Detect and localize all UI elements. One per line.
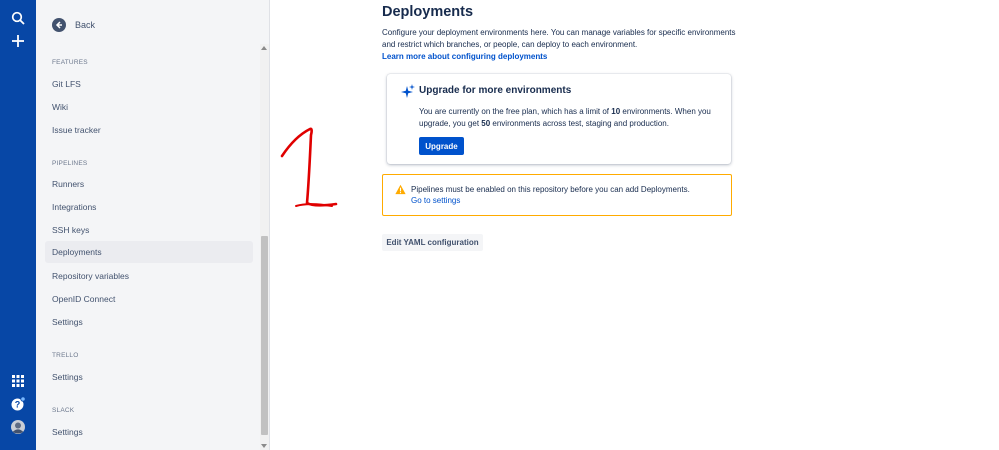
warning-message: Pipelines must be enabled on this reposi…	[411, 185, 690, 194]
sidebar-item-deployments[interactable]: Deployments	[45, 241, 253, 263]
sidebar-item-integrations[interactable]: Integrations	[45, 196, 253, 218]
search-icon[interactable]	[8, 8, 28, 28]
sidebar-item-trello-settings[interactable]: Settings	[45, 366, 253, 388]
sidebar-item-git-lfs[interactable]: Git LFS	[45, 73, 253, 95]
learn-more-suffix: .	[539, 52, 542, 61]
upgrade-card-text: You are currently on the free plan, whic…	[419, 106, 719, 129]
scrollbar-thumb[interactable]	[261, 236, 268, 435]
scroll-down-arrow-icon[interactable]	[261, 444, 267, 448]
upgrade-text-part-3: environments across test, staging and pr…	[490, 118, 669, 128]
learn-more-link[interactable]: Learn more about configuring deployments	[382, 52, 547, 61]
sidebar-item-slack-settings[interactable]: Settings	[45, 421, 253, 443]
environment-limit: 10	[611, 107, 621, 116]
sidebar-item-issue-tracker[interactable]: Issue tracker	[45, 119, 253, 141]
scroll-up-arrow-icon[interactable]	[261, 46, 267, 50]
app-switcher-icon[interactable]	[8, 371, 28, 391]
sidebar-scrollbar[interactable]	[260, 44, 269, 450]
warning-icon	[395, 184, 406, 195]
pipelines-warning-banner: Pipelines must be enabled on this reposi…	[382, 174, 732, 216]
upgrade-environment-count: 50	[481, 118, 491, 128]
edit-yaml-configuration-button[interactable]: Edit YAML configuration	[382, 234, 483, 251]
back-button[interactable]: Back	[52, 14, 95, 36]
section-heading-trello: TRELLO	[52, 352, 79, 359]
go-to-settings-link[interactable]: Go to settings	[411, 196, 460, 205]
page-description: Configure your deployment environments h…	[382, 28, 736, 49]
section-heading-pipelines: PIPELINES	[52, 160, 88, 167]
sidebar-item-openid-connect[interactable]: OpenID Connect	[45, 288, 253, 310]
avatar[interactable]	[8, 417, 28, 437]
upgrade-text-part-1: You are currently on the free plan, whic…	[419, 107, 612, 116]
handwritten-annotation-one	[280, 127, 338, 207]
back-arrow-icon	[52, 18, 66, 32]
sidebar-item-repository-variables[interactable]: Repository variables	[45, 265, 253, 287]
global-nav-rail: ?	[0, 0, 36, 450]
settings-sidebar: Back FEATURES Git LFS Wiki Issue tracker…	[36, 0, 270, 450]
sidebar-item-pipelines-settings[interactable]: Settings	[45, 311, 253, 333]
sidebar-item-ssh-keys[interactable]: SSH keys	[45, 219, 253, 241]
plus-icon[interactable]	[8, 31, 28, 51]
svg-text:?: ?	[15, 400, 21, 410]
back-label: Back	[75, 20, 96, 30]
section-heading-slack: SLACK	[52, 407, 75, 414]
sparkle-icon	[401, 84, 415, 98]
upgrade-card: Upgrade for more environments You are cu…	[387, 74, 731, 164]
upgrade-button[interactable]: Upgrade	[419, 137, 464, 155]
section-heading-features: FEATURES	[52, 59, 88, 66]
help-icon[interactable]: ?	[8, 394, 28, 414]
page-title: Deployments	[382, 4, 474, 20]
upgrade-card-title: Upgrade for more environments	[419, 85, 572, 96]
sidebar-item-runners[interactable]: Runners	[45, 173, 253, 195]
sidebar-item-wiki[interactable]: Wiki	[45, 96, 253, 118]
